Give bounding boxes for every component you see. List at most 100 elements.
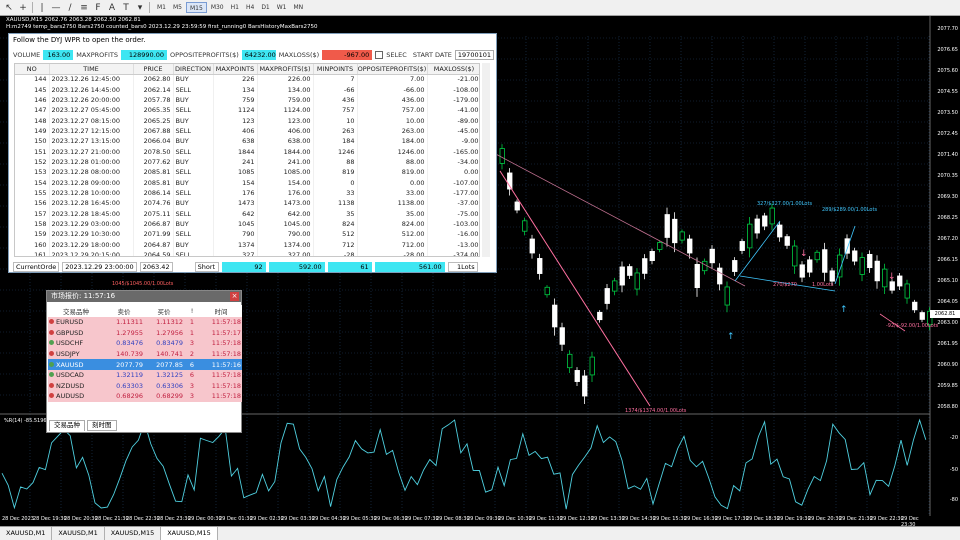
column-header[interactable]: DIRECTION [173,64,214,75]
column-header[interactable]: NO [15,64,50,75]
time-tick-label: 29 Dec 00:30 [188,516,222,522]
table-row[interactable]: 145 2023.12.26 14:45:00 2062.14 SELL 134 134.… [15,84,479,95]
table-cell: 436.00 [357,94,428,106]
timeframe-h4[interactable]: H4 [243,2,257,13]
table-cell: 824 [313,218,358,230]
table-cell: 790 [213,229,258,240]
volume-label: VOLUME [13,51,41,59]
table-cell: 2023.12.27 05:45:00 [49,105,134,116]
table-row[interactable]: 148 2023.12.27 08:15:00 2065.25 BUY 123 123.0… [15,115,479,126]
table-row[interactable]: 150 2023.12.27 13:15:00 2066.04 BUY 638 638.0… [15,136,479,147]
table-row[interactable]: 147 2023.12.27 05:45:00 2065.35 SELL 1124 112… [15,105,479,116]
price-tick-label: 2061.95 [937,341,958,347]
selec-checkbox[interactable] [375,51,384,59]
column-header[interactable]: 卖价 [104,305,144,317]
timeframe-d1[interactable]: D1 [258,2,272,13]
column-header[interactable]: 买价 [144,305,184,317]
text-icon[interactable]: A [107,3,117,13]
table-row[interactable]: 153 2023.12.28 08:00:00 2085.81 SELL 1085 108… [15,167,479,178]
table-row[interactable]: 156 2023.12.28 16:45:00 2074.76 BUY 1473 1473… [15,198,479,209]
timeframe-m15[interactable]: M15 [186,2,207,13]
vertical-line-icon[interactable]: | [37,3,47,13]
table-cell: 154 [15,177,50,188]
timeframe-mn[interactable]: MN [291,2,307,13]
table-cell: 512.00 [357,229,428,240]
timeframe-m30[interactable]: M30 [208,2,227,13]
info-line: H:m2749 temp_bars2750 Bars2750 counted_b… [6,24,318,30]
list-item[interactable]: USDJPY 140.739 140.741 2 11:57:18 [48,348,242,360]
chart-tab[interactable]: XAUUSD,M15 [105,527,162,540]
column-header[interactable]: 交易品种 [48,305,104,317]
table-row[interactable]: 161 2023.12.29 20:15:00 2064.59 SELL 327 327.… [15,249,479,256]
horizontal-line-icon[interactable]: — [51,3,61,13]
column-header[interactable]: PRICE [133,64,174,75]
column-header[interactable]: 时间 [200,305,242,317]
table-cell: 2066.87 [133,218,174,230]
dyj-wpr-panel[interactable]: Follow the DYJ WPR to open the order. VO… [8,33,497,273]
crosshair-icon[interactable]: + [18,3,28,13]
timeframe-m1[interactable]: M1 [154,2,169,13]
chart-tab[interactable]: XAUUSD,M1 [52,527,105,540]
list-item[interactable]: XAUUSD 2077.79 2077.85 6 11:57:16 [48,359,242,370]
cursor-icon[interactable]: ↖ [4,3,14,13]
list-item[interactable]: GBPUSD 1.27955 1.27956 1 11:57:17 [48,327,242,339]
table-row[interactable]: 149 2023.12.27 12:15:00 2067.88 SELL 406 406.… [15,125,479,137]
table-row[interactable]: 159 2023.12.29 10:30:00 2071.99 SELL 790 790.… [15,229,479,240]
table-cell: -179.00 [427,94,479,106]
chart-tab[interactable]: XAUUSD,M15 [161,527,218,540]
fibonacci-icon[interactable]: F [93,3,103,13]
table-row[interactable]: 160 2023.12.29 18:00:00 2064.87 BUY 1374 1374… [15,239,479,250]
market-watch-panel[interactable]: 市场报价: 11:57:16 × 交易品种 卖价 买价! 时间 EURUSD 1.113… [46,290,242,433]
orders-table[interactable]: NO TIME PRICE DIRECTION MAXPOINTS MAXPROFITS(… [14,63,480,257]
market-watch-tabs: 交易品种 刻时图 [49,420,117,431]
timeframe-w1[interactable]: W1 [274,2,290,13]
column-header[interactable]: MAXPOINTS [213,64,258,75]
timeframe-h1[interactable]: H1 [228,2,242,13]
channel-icon[interactable]: ≡ [79,3,89,13]
label-icon[interactable]: T [121,3,131,13]
arrow-icon[interactable]: ▾ [135,3,145,13]
tab-tick-chart[interactable]: 刻时图 [87,420,117,431]
quote-cell: 1 [184,317,200,328]
start-date-input[interactable]: 19700101 [454,50,494,60]
table-row[interactable]: 157 2023.12.28 18:45:00 2075.11 SELL 642 642.… [15,208,479,219]
time-tick-label: 29 Dec 06:30 [374,516,408,522]
chart-tab[interactable]: XAUUSD,M1 [0,527,53,540]
time-tick-label: 29 Dec 17:30 [715,516,749,522]
list-item[interactable]: NZDUSD 0.63303 0.63306 3 11:57:18 [48,380,242,392]
tab-symbols[interactable]: 交易品种 [49,420,85,431]
price-tick-label: 2065.10 [937,278,958,284]
time-tick-label: 29 Dec 12:30 [560,516,594,522]
table-row[interactable]: 158 2023.12.29 03:00:00 2066.87 BUY 1045 1045… [15,218,479,230]
table-row[interactable]: 152 2023.12.28 01:00:00 2077.62 BUY 241 241.0… [15,156,479,168]
column-header[interactable]: TIME [49,64,134,75]
trendline-icon[interactable]: / [65,3,75,13]
list-item[interactable]: AUDUSD 0.68296 0.68299 3 11:57:18 [48,391,242,402]
column-header[interactable]: MAXLOSS($) [427,64,479,75]
table-row[interactable]: 155 2023.12.28 10:00:00 2086.14 SELL 176 176.… [15,187,479,199]
close-icon[interactable]: × [230,292,239,301]
timeframe-m5[interactable]: M5 [170,2,185,13]
table-row[interactable]: 154 2023.12.28 09:00:00 2085.81 BUY 154 154.0… [15,177,479,188]
list-item[interactable]: EURUSD 1.11311 1.11312 1 11:57:18 [48,317,242,328]
market-watch-table[interactable]: 交易品种 卖价 买价! 时间 EURUSD 1.11311 1.11312 1 11:57:1… [48,305,242,402]
time-tick-label: 29 Dec 05:30 [343,516,377,522]
vertical-scrollbar[interactable] [482,63,490,257]
table-cell: 2077.62 [133,156,174,168]
list-item[interactable]: USDCHF 0.83476 0.83479 3 11:57:18 [48,338,242,349]
indicator-level: -20 [949,435,958,441]
table-cell: -45.00 [427,125,479,137]
table-cell: SELL [173,146,214,157]
table-cell: 2023.12.29 10:30:00 [49,229,134,240]
list-item[interactable]: USDCAD 1.32119 1.32125 6 11:57:18 [48,369,242,381]
table-cell: 2023.12.26 20:00:00 [49,94,134,106]
table-row[interactable]: 151 2023.12.27 21:00:00 2078.50 SELL 1844 184… [15,146,479,157]
column-header[interactable]: ! [184,305,200,317]
current-order-maxprofits: 592.00 [268,261,325,272]
table-row[interactable]: 144 2023.12.26 12:45:00 2062.80 BUY 226 226.0… [15,74,479,85]
table-cell: 1138.00 [357,198,428,209]
column-header[interactable]: MAXPROFITS($) [257,64,314,75]
column-header[interactable]: OPPOSITEPROFITS($) [357,64,428,75]
table-row[interactable]: 146 2023.12.26 20:00:00 2057.78 BUY 759 759.0… [15,94,479,106]
column-header[interactable]: MINPOINTS [313,64,358,75]
